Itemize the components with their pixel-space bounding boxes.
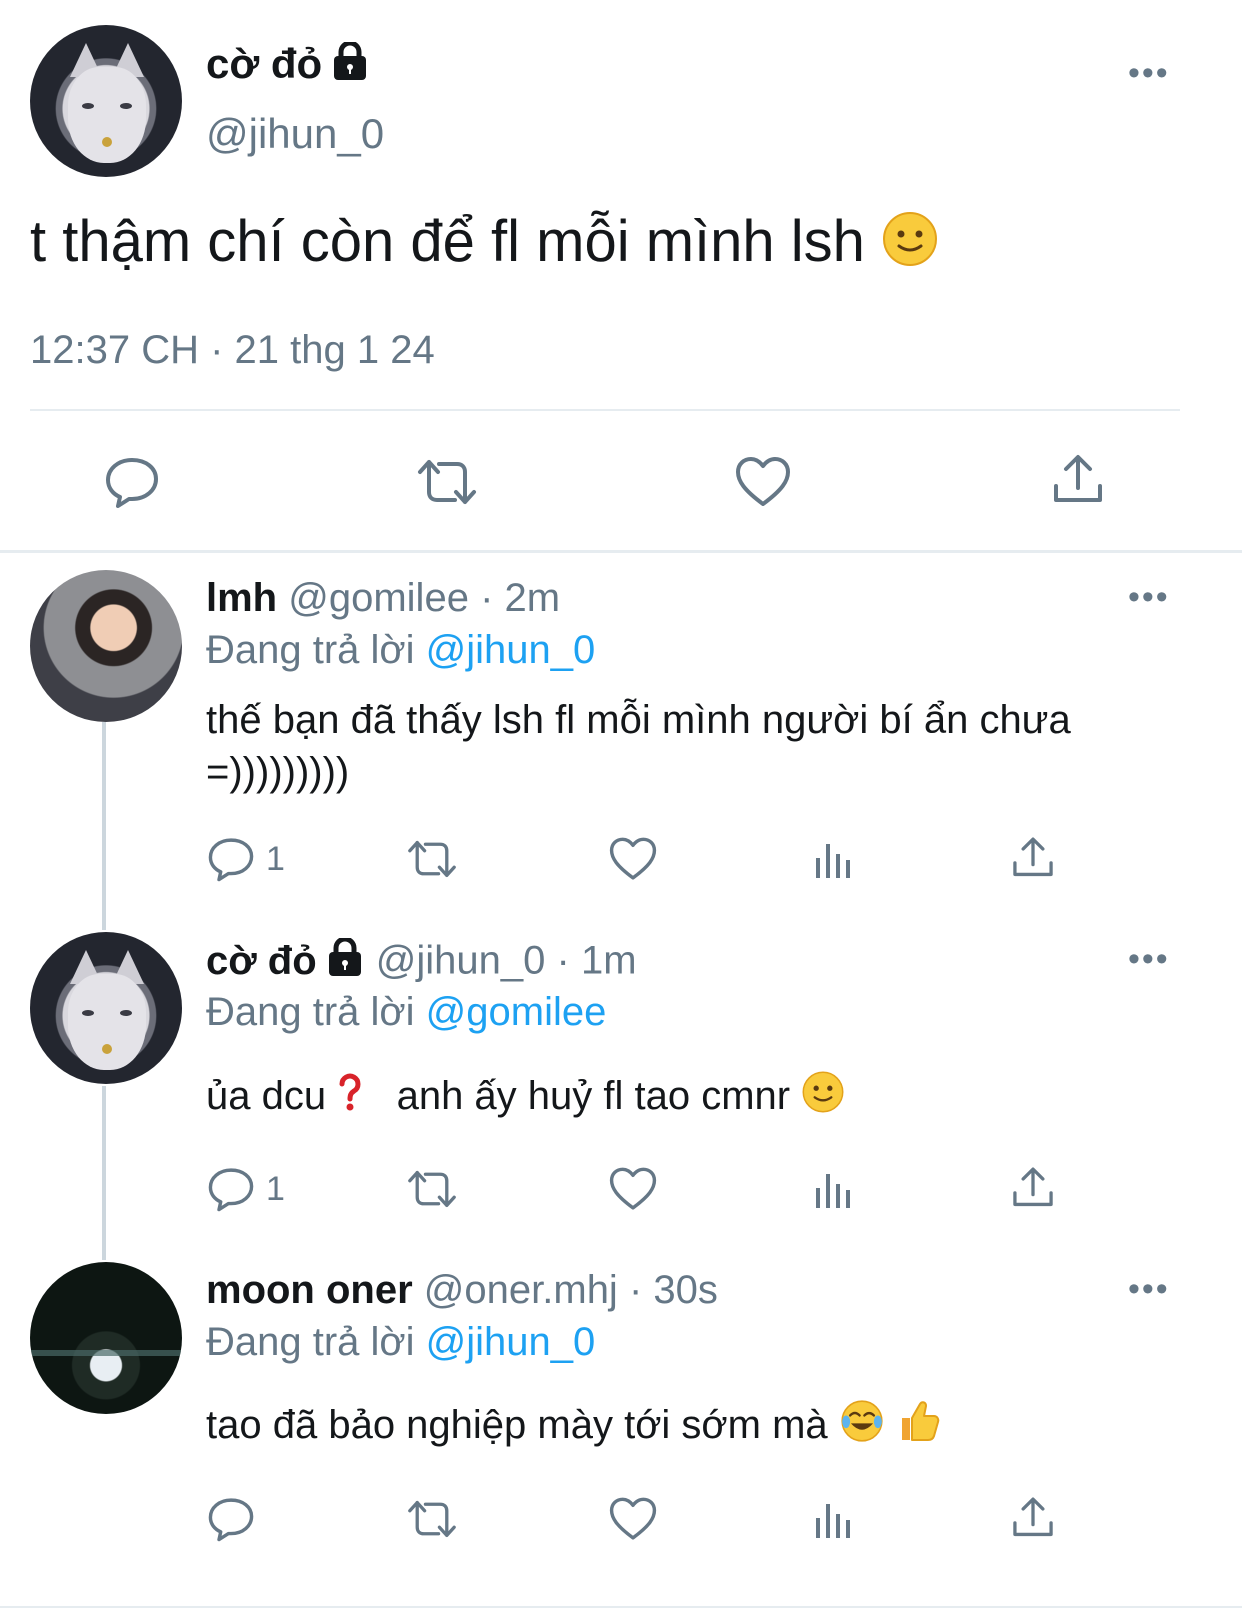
thread-line	[102, 722, 106, 930]
more-options-icon[interactable]: •••	[1128, 56, 1170, 90]
reply-icon[interactable]	[206, 1495, 256, 1548]
user-handle[interactable]: @jihun_0	[376, 939, 546, 983]
avatar[interactable]	[30, 1262, 182, 1414]
more-options-icon[interactable]: •••	[1128, 580, 1170, 614]
avatar[interactable]	[30, 932, 182, 1084]
bottom-divider	[0, 1606, 1242, 1608]
share-icon[interactable]	[1010, 1164, 1056, 1217]
analytics-icon[interactable]	[812, 1168, 856, 1217]
mention-link[interactable]: @jihun_0	[426, 628, 596, 672]
tears-of-joy-icon	[839, 1398, 885, 1457]
avatar[interactable]	[30, 570, 182, 722]
reply-count: 1	[266, 840, 285, 878]
replying-to: Đang trả lời @jihun_0	[206, 628, 596, 672]
tweet-timestamp: 12:37 CH · 21 thg 1 24	[30, 328, 435, 372]
display-name[interactable]: lmh	[206, 576, 277, 620]
reply-time: · 2m	[480, 576, 561, 620]
mention-link[interactable]: @jihun_0	[426, 1320, 596, 1364]
retweet-icon[interactable]	[404, 1166, 460, 1217]
slightly-smiling-face-icon	[801, 1070, 845, 1127]
section-divider	[0, 550, 1242, 553]
reply-header: lmh @gomilee · 2m	[206, 576, 560, 621]
reply-header: cờ đỏ @jihun_0 · 1m	[206, 936, 637, 988]
red-question-mark-icon	[337, 1072, 363, 1125]
user-handle[interactable]: @jihun_0	[206, 110, 384, 158]
display-name[interactable]: moon oner	[206, 1268, 413, 1312]
like-icon[interactable]	[734, 454, 792, 515]
analytics-icon[interactable]	[812, 838, 856, 887]
display-name[interactable]: cờ đỏ	[206, 936, 365, 983]
like-icon[interactable]	[608, 1495, 658, 1548]
share-icon[interactable]	[1050, 452, 1106, 513]
reply-text: tao đã bảo nghiệp mày tới sớm mà	[206, 1398, 1166, 1457]
user-handle[interactable]: @oner.mhj	[424, 1268, 618, 1312]
retweet-icon[interactable]	[414, 454, 480, 515]
more-options-icon[interactable]: •••	[1128, 1272, 1170, 1306]
retweet-icon[interactable]	[404, 1496, 460, 1547]
share-icon[interactable]	[1010, 834, 1056, 887]
user-handle[interactable]: @gomilee	[288, 576, 469, 620]
replying-to: Đang trả lời @gomilee	[206, 990, 607, 1034]
lock-icon	[330, 40, 370, 92]
reply-icon[interactable]	[206, 835, 256, 888]
lock-icon	[325, 936, 365, 988]
more-options-icon[interactable]: •••	[1128, 942, 1170, 976]
reply-icon[interactable]	[206, 1165, 256, 1218]
mention-link[interactable]: @gomilee	[426, 990, 607, 1034]
reply-text: thế bạn đã thấy lsh fl mỗi mình người bí…	[206, 698, 1071, 794]
replying-to: Đang trả lời @jihun_0	[206, 1320, 596, 1364]
reply-text: ủa dcu anh ấy huỷ fl tao cmnr	[206, 1070, 1166, 1127]
analytics-icon[interactable]	[812, 1498, 856, 1547]
retweet-icon[interactable]	[404, 836, 460, 887]
share-icon[interactable]	[1010, 1494, 1056, 1547]
reply-time: · 1m	[556, 938, 637, 983]
slightly-smiling-face-icon	[881, 210, 939, 282]
reply-time: · 30s	[628, 1268, 718, 1312]
tweet-text: t thậm chí còn để fl mỗi mình lsh	[30, 208, 939, 282]
display-name[interactable]: cờ đỏ	[206, 40, 370, 92]
like-icon[interactable]	[608, 1165, 658, 1218]
reply-header: moon oner @oner.mhj · 30s	[206, 1268, 718, 1313]
thumbs-up-icon	[896, 1398, 942, 1457]
reply-icon[interactable]	[104, 454, 160, 515]
divider	[30, 409, 1180, 411]
thread-line	[102, 1086, 106, 1260]
like-icon[interactable]	[608, 835, 658, 888]
reply-count: 1	[266, 1170, 285, 1208]
avatar[interactable]	[30, 25, 182, 177]
